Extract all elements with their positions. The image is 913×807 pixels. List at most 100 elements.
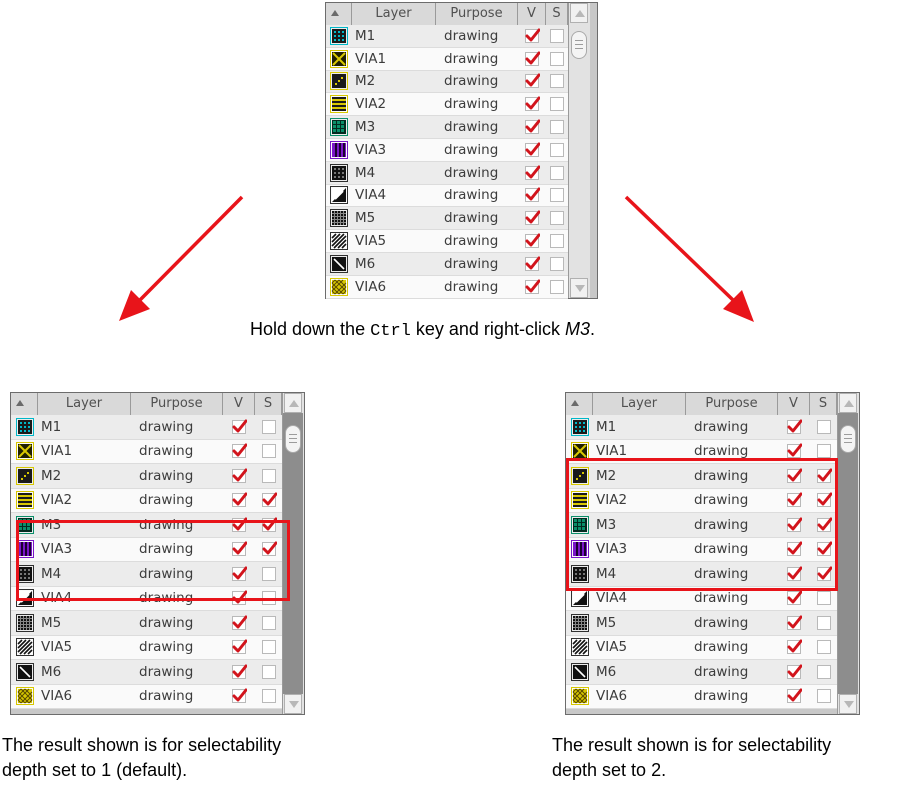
visible-checkbox[interactable] [525, 119, 540, 135]
selectable-checkbox[interactable] [550, 120, 564, 135]
layer-row[interactable]: M4 drawing [326, 161, 568, 185]
visible-checkbox[interactable] [787, 590, 802, 606]
vertical-scrollbar[interactable] [837, 393, 859, 714]
selectable-checkbox[interactable] [550, 51, 564, 66]
layer-row[interactable]: M6 drawing [11, 660, 282, 685]
scroll-down-button[interactable] [570, 278, 588, 298]
layer-row[interactable]: M5 drawing [326, 207, 568, 231]
sort-toggle[interactable] [566, 393, 593, 415]
visible-checkbox[interactable] [525, 256, 540, 271]
scroll-track[interactable] [838, 413, 858, 694]
layer-row[interactable]: VIA3 drawing [326, 138, 568, 162]
selectable-checkbox[interactable] [550, 279, 564, 294]
selectable-checkbox[interactable] [816, 419, 831, 434]
selectable-checkbox[interactable] [816, 640, 831, 655]
selectable-checkbox[interactable] [261, 664, 276, 679]
selectable-checkbox[interactable] [816, 664, 831, 679]
column-header-visible[interactable]: V [223, 393, 255, 415]
scroll-up-button[interactable] [284, 393, 302, 413]
visible-checkbox[interactable] [787, 419, 802, 434]
visible-checkbox[interactable] [232, 468, 247, 483]
layer-row[interactable]: VIA1 drawing [326, 47, 568, 71]
column-header-layer[interactable]: Layer [352, 3, 436, 25]
selectable-checkbox[interactable] [550, 97, 564, 112]
column-header-layer[interactable]: Layer [593, 393, 686, 415]
layer-row[interactable]: VIA2 drawing [326, 93, 568, 117]
selectable-checkbox[interactable] [550, 165, 564, 180]
layer-row[interactable]: VIA6 drawing [11, 684, 282, 709]
selectable-checkbox[interactable] [261, 689, 276, 704]
layer-row[interactable]: VIA4 drawing [326, 184, 568, 208]
visible-checkbox[interactable] [787, 639, 802, 655]
scroll-up-button[interactable] [570, 3, 588, 23]
column-header-visible[interactable]: V [778, 393, 810, 415]
selectable-checkbox[interactable] [261, 468, 276, 483]
layer-row[interactable]: M6 drawing [326, 252, 568, 276]
layer-row[interactable]: M3 drawing [326, 116, 568, 139]
selectable-checkbox[interactable] [261, 640, 276, 655]
visible-checkbox[interactable] [232, 492, 247, 508]
visible-checkbox[interactable] [525, 28, 540, 43]
visible-checkbox[interactable] [232, 443, 247, 459]
visible-checkbox[interactable] [232, 419, 247, 434]
selectable-checkbox[interactable] [550, 142, 564, 157]
layer-row[interactable]: VIA5 drawing [566, 635, 837, 660]
selectable-checkbox[interactable] [261, 444, 276, 459]
column-header-purpose[interactable]: Purpose [436, 3, 518, 25]
vertical-scrollbar[interactable] [568, 3, 590, 298]
selectable-checkbox[interactable] [550, 28, 564, 43]
visible-checkbox[interactable] [232, 639, 247, 655]
column-header-purpose[interactable]: Purpose [686, 393, 778, 415]
layer-row[interactable]: VIA6 drawing [566, 684, 837, 709]
layer-row[interactable]: M6 drawing [566, 660, 837, 685]
selectable-checkbox[interactable] [550, 256, 564, 271]
visible-checkbox[interactable] [525, 142, 540, 157]
scroll-down-button[interactable] [284, 694, 302, 714]
visible-checkbox[interactable] [525, 165, 540, 180]
selectable-checkbox[interactable] [550, 74, 564, 89]
layer-row[interactable]: M2 drawing [326, 70, 568, 94]
visible-checkbox[interactable] [525, 187, 540, 203]
selectable-checkbox[interactable] [261, 492, 277, 508]
layer-row[interactable]: VIA5 drawing [326, 230, 568, 253]
visible-checkbox[interactable] [525, 96, 540, 112]
selectable-checkbox[interactable] [816, 615, 831, 630]
column-header-purpose[interactable]: Purpose [131, 393, 223, 415]
layer-row[interactable]: M1 drawing [11, 415, 282, 440]
layer-row[interactable]: VIA1 drawing [11, 439, 282, 464]
scroll-down-button[interactable] [839, 694, 857, 714]
selectable-checkbox[interactable] [261, 615, 276, 630]
column-header-selectable[interactable]: S [546, 3, 568, 25]
layer-row[interactable]: M5 drawing [11, 611, 282, 636]
layer-row[interactable]: VIA5 drawing [11, 635, 282, 660]
column-header-selectable[interactable]: S [255, 393, 282, 415]
column-header-selectable[interactable]: S [810, 393, 837, 415]
visible-checkbox[interactable] [525, 51, 540, 66]
visible-checkbox[interactable] [525, 279, 540, 294]
layer-row[interactable]: M5 drawing [566, 611, 837, 636]
visible-checkbox[interactable] [787, 664, 802, 679]
selectable-checkbox[interactable] [261, 419, 276, 434]
column-header-layer[interactable]: Layer [38, 393, 131, 415]
layer-row[interactable]: M2 drawing [11, 464, 282, 489]
column-header-visible[interactable]: V [518, 3, 546, 25]
scroll-thumb[interactable] [571, 31, 587, 59]
visible-checkbox[interactable] [787, 615, 802, 630]
visible-checkbox[interactable] [525, 233, 540, 249]
layer-row[interactable]: VIA6 drawing [326, 275, 568, 299]
selectable-checkbox[interactable] [550, 234, 564, 249]
selectable-checkbox[interactable] [816, 444, 831, 459]
selectable-checkbox[interactable] [816, 689, 831, 704]
visible-checkbox[interactable] [232, 615, 247, 630]
visible-checkbox[interactable] [525, 210, 540, 226]
sort-toggle[interactable] [11, 393, 38, 415]
sort-toggle[interactable] [326, 3, 352, 25]
scroll-up-button[interactable] [839, 393, 857, 413]
visible-checkbox[interactable] [525, 73, 540, 89]
selectable-checkbox[interactable] [816, 591, 831, 606]
visible-checkbox[interactable] [232, 664, 247, 679]
layer-row[interactable]: M1 drawing [566, 415, 837, 440]
selectable-checkbox[interactable] [550, 188, 564, 203]
layer-row[interactable]: VIA2 drawing [11, 488, 282, 513]
scroll-thumb[interactable] [840, 425, 856, 453]
